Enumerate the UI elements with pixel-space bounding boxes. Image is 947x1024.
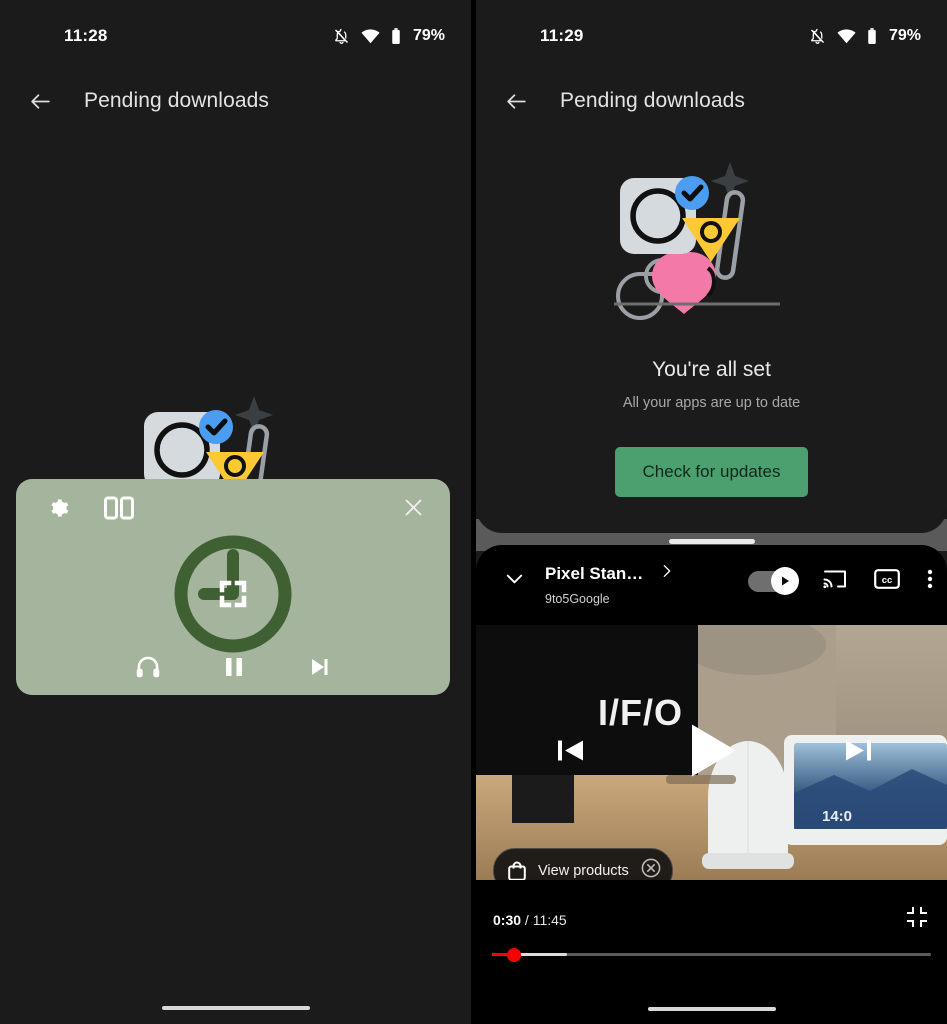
closed-captions-icon: cc [874, 569, 900, 589]
all-apps-up-to-date-illustration [612, 156, 812, 336]
video-title-block[interactable]: Pixel Stan… 9to5Google [545, 562, 675, 606]
close-circle-icon [641, 858, 661, 878]
page-title: Pending downloads [84, 89, 270, 112]
status-icon-group: 79% [333, 27, 445, 45]
battery-icon [868, 27, 876, 44]
home-gesture-bar[interactable] [161, 1006, 310, 1010]
status-time: 11:28 [64, 26, 108, 45]
cast-button[interactable] [823, 568, 847, 595]
chevron-down-icon [506, 574, 523, 584]
pause-icon [226, 658, 242, 676]
dismiss-chip-button[interactable] [641, 858, 661, 880]
home-gesture-bar[interactable] [647, 1007, 776, 1011]
dual-screenshot-stage: 11:28 79% Pending downloads 11:29 79% Pe… [0, 0, 947, 1024]
left-status-bar: 11:28 79% [0, 0, 471, 72]
back-arrow-icon [30, 93, 50, 109]
view-products-chip[interactable]: View products [493, 848, 673, 880]
split-bottom-app: Pixel Stan… 9to5Google cc I/F/O 14:0 Vie… [476, 545, 947, 1024]
battery-percent-label: 79% [412, 27, 445, 44]
headphones-button[interactable] [135, 654, 161, 685]
play-icon [782, 576, 789, 586]
duration: 11:45 [532, 912, 567, 928]
next-track-button[interactable] [840, 733, 874, 772]
more-options-button[interactable] [927, 567, 933, 596]
svg-text:I/F/O: I/F/O [598, 692, 683, 733]
check-for-updates-button[interactable]: Check for updates [614, 447, 809, 497]
next-track-icon [846, 740, 871, 760]
headphones-icon [136, 656, 160, 678]
chevron-right-icon [663, 565, 671, 577]
youtube-player-header: Pixel Stan… 9to5Google cc [476, 545, 947, 625]
split-top-app: 11:29 79% Pending downloads You're all s… [476, 0, 947, 533]
channel-name: 9to5Google [545, 592, 610, 606]
cast-icon [823, 570, 846, 589]
view-products-label: View products [538, 862, 629, 879]
pip-media-controls [16, 654, 450, 685]
play-icon [691, 724, 736, 776]
close-icon [405, 499, 422, 516]
empty-state: You're all set All your apps are up to d… [476, 156, 947, 497]
status-icon-group: 79% [809, 27, 921, 45]
back-button[interactable] [494, 79, 538, 123]
status-time: 11:29 [540, 26, 584, 45]
player-timeline-bar: 0:30 / 11:45 [476, 880, 947, 1024]
page-title: Pending downloads [560, 89, 746, 112]
expand-title-button[interactable] [659, 562, 675, 585]
notifications-silenced-icon [810, 28, 825, 44]
pip-top-bar [16, 479, 450, 535]
svg-text:cc: cc [882, 575, 893, 586]
split-screen-button[interactable] [104, 496, 134, 525]
previous-track-icon [558, 740, 583, 760]
left-app-bar: Pending downloads [0, 72, 471, 130]
battery-percent-label: 79% [888, 27, 921, 44]
player-action-icons: cc [748, 567, 933, 596]
video-surface[interactable]: I/F/O 14:0 View products [476, 625, 947, 880]
video-title: Pixel Stan… [545, 563, 644, 583]
clock-app-logo [170, 531, 296, 662]
pause-button[interactable] [223, 655, 245, 684]
close-pip-button[interactable] [403, 497, 424, 523]
settings-button[interactable] [48, 497, 70, 524]
notifications-silenced-icon [334, 28, 349, 44]
time-separator: / [524, 912, 529, 928]
autoplay-knob [771, 567, 799, 595]
play-button[interactable] [688, 722, 738, 783]
collapse-player-button[interactable] [503, 567, 526, 595]
next-track-button[interactable] [307, 655, 331, 684]
back-button[interactable] [18, 79, 62, 123]
split-screen-divider-handle[interactable] [668, 539, 755, 544]
empty-state-title: You're all set [652, 358, 771, 381]
fullscreen-toggle-button[interactable] [906, 906, 928, 933]
battery-icon [392, 27, 400, 44]
picture-in-picture-window[interactable] [16, 479, 450, 695]
empty-state-subtitle: All your apps are up to date [622, 395, 801, 411]
autoplay-toggle[interactable] [748, 567, 799, 595]
wifi-icon [837, 28, 856, 43]
right-status-bar: 11:29 79% [476, 0, 947, 72]
next-track-icon [312, 659, 328, 675]
wifi-icon [361, 28, 380, 43]
shopping-bag-icon [508, 861, 526, 880]
captions-button[interactable]: cc [874, 569, 900, 594]
seek-bar[interactable] [492, 947, 931, 962]
previous-track-button[interactable] [555, 733, 589, 772]
playback-time: 0:30 / 11:45 [493, 912, 567, 928]
left-phone-screenshot: 11:28 79% Pending downloads [0, 0, 471, 1024]
current-time: 0:30 [493, 912, 522, 928]
right-app-bar: Pending downloads [476, 72, 947, 130]
split-screen-icon [104, 496, 134, 520]
svg-text:14:0: 14:0 [822, 808, 852, 825]
right-phone-screenshot: 11:29 79% Pending downloads You're all s… [476, 0, 947, 1024]
gear-icon [51, 499, 69, 517]
minimize-icon [907, 907, 927, 927]
back-arrow-icon [506, 93, 526, 109]
seek-handle[interactable] [506, 947, 521, 962]
more-vertical-icon [927, 569, 933, 589]
